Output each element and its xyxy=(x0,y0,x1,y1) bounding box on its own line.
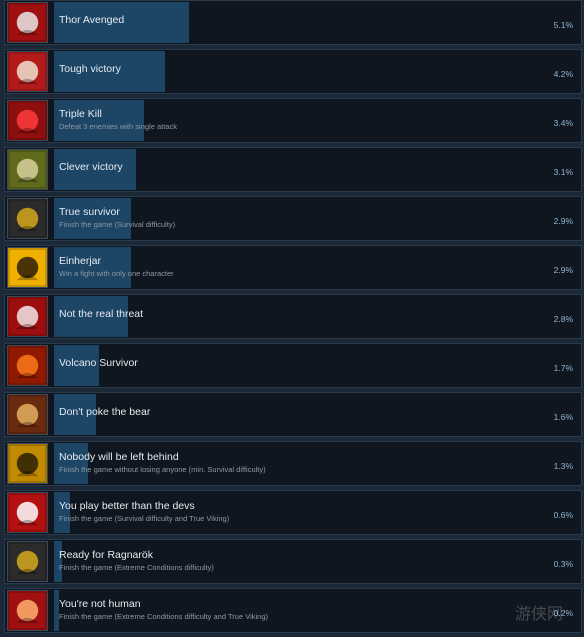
progress-bar xyxy=(54,100,584,141)
achievement-icon xyxy=(7,51,48,92)
progress-bar xyxy=(54,149,584,190)
achievement-icon xyxy=(7,394,48,435)
achievement-percent: 1.7% xyxy=(553,363,573,373)
clever-victory-icon xyxy=(8,150,47,189)
achievement-name: Tough victory xyxy=(59,63,121,75)
achievement-name: You play better than the devs xyxy=(59,500,195,512)
achievement-icon xyxy=(7,492,48,533)
progress-fill xyxy=(54,100,145,141)
thor-avenged-icon xyxy=(8,3,47,42)
progress-bar xyxy=(54,541,584,582)
achievement-description: Finish the game (Extreme Conditions diff… xyxy=(59,563,214,572)
progress-bar xyxy=(54,492,584,533)
achievement-percent: 3.1% xyxy=(553,167,573,177)
achievement-percent: 1.6% xyxy=(553,412,573,422)
achievement-name: Ready for Ragnarök xyxy=(59,549,153,561)
achievement-icon xyxy=(7,2,48,43)
achievement-description: Finish the game (Survival difficulty) xyxy=(59,220,176,229)
progress-fill xyxy=(54,541,62,582)
achievement-row[interactable]: Volcano Survivor 1.7% xyxy=(4,343,582,388)
achievement-row[interactable]: Ready for Ragnarök Finish the game (Extre… xyxy=(4,539,582,584)
achievement-row[interactable]: Don't poke the bear 1.6% xyxy=(4,392,582,437)
achievement-icon xyxy=(7,247,48,288)
achievement-icon xyxy=(7,443,48,484)
achievement-percent: 2.9% xyxy=(553,265,573,275)
achievement-percent: 0.3% xyxy=(553,559,573,569)
achievement-percent: 5.1% xyxy=(553,20,573,30)
achievement-icon xyxy=(7,590,48,631)
achievement-row[interactable]: True survivor Finish the game (Survival d… xyxy=(4,196,582,241)
achievement-percent: 2.9% xyxy=(553,216,573,226)
achievement-row[interactable]: Thor Avenged 5.1% xyxy=(4,0,582,45)
achievement-description: Win a fight with only one character xyxy=(59,269,174,278)
achievement-percent: 0.6% xyxy=(553,510,573,520)
achievement-description: Finish the game (Extreme Conditions diff… xyxy=(59,612,268,621)
progress-fill xyxy=(54,198,131,239)
not-real-threat-icon xyxy=(8,297,47,336)
achievement-row[interactable]: Clever victory 3.1% xyxy=(4,147,582,192)
triple-kill-icon xyxy=(8,101,47,140)
einherjar-icon xyxy=(8,248,47,287)
achievement-percent: 2.8% xyxy=(553,314,573,324)
achievement-percent: 1.3% xyxy=(553,461,573,471)
achievement-percent: 0.2% xyxy=(553,608,573,618)
achievement-name: You're not human xyxy=(59,598,141,610)
achievement-icon xyxy=(7,100,48,141)
achievement-row[interactable]: Triple Kill Defeat 3 enemies with single … xyxy=(4,98,582,143)
progress-bar xyxy=(54,51,584,92)
nobody-left-behind-icon xyxy=(8,444,47,483)
achievement-icon xyxy=(7,541,48,582)
true-survivor-icon xyxy=(8,199,47,238)
better-than-devs-icon xyxy=(8,493,47,532)
achievement-row[interactable]: Nobody will be left behind Finish the gam… xyxy=(4,441,582,486)
achievement-row[interactable]: Tough victory 4.2% xyxy=(4,49,582,94)
achievement-name: Not the real threat xyxy=(59,308,144,320)
tough-victory-icon xyxy=(8,52,47,91)
achievement-row[interactable]: Not the real threat 2.8% xyxy=(4,294,582,339)
progress-bar xyxy=(54,247,584,288)
progress-bar xyxy=(54,198,584,239)
achievement-name: True survivor xyxy=(59,206,120,218)
achievement-name: Don't poke the bear xyxy=(59,406,151,418)
ready-for-ragnarok-icon xyxy=(8,542,47,581)
achievement-icon xyxy=(7,296,48,337)
achievement-row[interactable]: Einherjar Win a fight with only one chara… xyxy=(4,245,582,290)
achievement-name: Volcano Survivor xyxy=(59,357,138,369)
progress-fill xyxy=(54,247,131,288)
achievement-icon xyxy=(7,345,48,386)
achievement-row[interactable]: You play better than the devs Finish the … xyxy=(4,490,582,535)
achievement-description: Finish the game (Survival difficulty and… xyxy=(59,514,230,523)
achievement-percent: 3.4% xyxy=(553,118,573,128)
achievement-name: Clever victory xyxy=(59,161,123,173)
achievement-row[interactable]: You're not human Finish the game (Extreme… xyxy=(4,588,582,633)
progress-fill xyxy=(54,590,60,631)
progress-bar xyxy=(54,443,584,484)
achievement-percent: 4.2% xyxy=(553,69,573,79)
volcano-survivor-icon xyxy=(8,346,47,385)
progress-fill xyxy=(54,443,89,484)
progress-fill xyxy=(54,492,70,533)
achievement-icon xyxy=(7,149,48,190)
achievement-name: Triple Kill xyxy=(59,108,102,120)
achievement-icon xyxy=(7,198,48,239)
achievement-description: Defeat 3 enemies with single attack xyxy=(59,122,177,131)
progress-bar xyxy=(54,590,584,631)
achievement-description: Finish the game without losing anyone (m… xyxy=(59,465,266,474)
achievement-list: Thor Avenged 5.1% Tough victory 4.2% Triple … xyxy=(4,0,582,637)
achievement-name: Thor Avenged xyxy=(59,14,125,26)
achievement-name: Einherjar xyxy=(59,255,102,267)
achievement-name: Nobody will be left behind xyxy=(59,451,179,463)
youre-not-human-icon xyxy=(8,591,47,630)
achievements-page: Thor Avenged 5.1% Tough victory 4.2% Triple … xyxy=(0,0,584,637)
progress-bar xyxy=(54,2,584,43)
dont-poke-bear-icon xyxy=(8,395,47,434)
